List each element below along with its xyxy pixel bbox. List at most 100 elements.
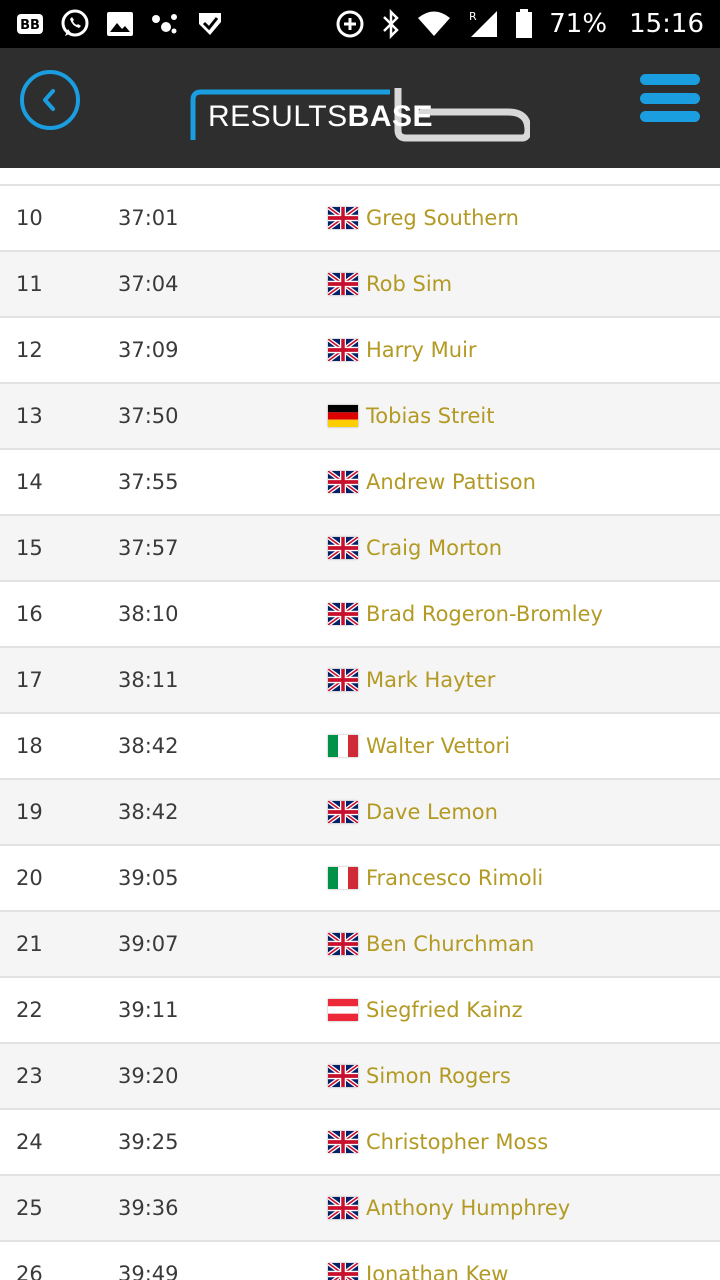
resultsbase-logo[interactable]: RESULTSBASE	[190, 88, 530, 144]
back-button[interactable]	[20, 70, 80, 130]
time-cell: 38:42	[118, 800, 179, 824]
position-cell: 11	[16, 272, 43, 296]
image-icon	[106, 11, 134, 37]
results-table[interactable]: 10 37:01 Greg Southern 11 37:04 Rob Sim 12 37:0…	[0, 168, 720, 1280]
athlete-name-link[interactable]: Rob Sim	[366, 272, 452, 296]
gb-flag-icon	[326, 1063, 360, 1089]
menu-button[interactable]	[640, 74, 700, 122]
table-row[interactable]: 26 39:49 Jonathan Kew	[0, 1242, 720, 1280]
position-cell: 19	[16, 800, 43, 824]
chevron-left-icon	[43, 89, 55, 111]
logo-text: RESULTSBASE	[208, 100, 433, 134]
time-cell: 37:57	[118, 536, 179, 560]
time-cell: 38:10	[118, 602, 179, 626]
position-cell: 17	[16, 668, 43, 692]
position-cell: 23	[16, 1064, 43, 1088]
table-row[interactable]: 21 39:07 Ben Churchman	[0, 912, 720, 978]
svg-text:R: R	[469, 10, 477, 23]
athlete-name-link[interactable]: Anthony Humphrey	[366, 1196, 570, 1220]
time-cell: 37:01	[118, 206, 179, 230]
time-cell: 39:05	[118, 866, 179, 890]
notification-icons: BB	[16, 9, 224, 39]
athlete-name-link[interactable]: Simon Rogers	[366, 1064, 511, 1088]
time-cell: 39:07	[118, 932, 179, 956]
table-row[interactable]: 17 38:11 Mark Hayter	[0, 648, 720, 714]
at-flag-icon	[328, 999, 358, 1021]
position-cell: 12	[16, 338, 43, 362]
table-row[interactable]: 13 37:50 Tobias Streit	[0, 384, 720, 450]
athlete-name-link[interactable]: Tobias Streit	[366, 404, 494, 428]
time-cell: 39:20	[118, 1064, 179, 1088]
athlete-name-link[interactable]: Mark Hayter	[366, 668, 495, 692]
table-row[interactable]: 22 39:11 Siegfried Kainz	[0, 978, 720, 1044]
system-icons: R 71% 15:16	[335, 9, 704, 39]
table-row[interactable]: 14 37:55 Andrew Pattison	[0, 450, 720, 516]
table-row[interactable]: 12 37:09 Harry Muir	[0, 318, 720, 384]
time-cell: 39:11	[118, 998, 179, 1022]
time-cell: 37:04	[118, 272, 179, 296]
position-cell: 13	[16, 404, 43, 428]
logo-text-light: RESULTS	[208, 100, 348, 133]
position-cell: 21	[16, 932, 43, 956]
position-cell: 22	[16, 998, 43, 1022]
bluetooth-icon	[381, 9, 401, 39]
svg-text:BB: BB	[20, 18, 40, 33]
time-cell: 39:36	[118, 1196, 179, 1220]
app-notification-icon: BB	[16, 12, 44, 36]
dots-app-icon	[150, 11, 180, 37]
gb-flag-icon	[326, 667, 360, 693]
time-cell: 39:49	[118, 1262, 179, 1280]
athlete-name-link[interactable]: Brad Rogeron-Bromley	[366, 602, 603, 626]
table-row[interactable]: 15 37:57 Craig Morton	[0, 516, 720, 582]
hamburger-menu-icon-bar	[640, 74, 700, 85]
hamburger-menu-icon-bar	[640, 92, 700, 104]
table-row[interactable]: 25 39:36 Anthony Humphrey	[0, 1176, 720, 1242]
athlete-name-link[interactable]: Francesco Rimoli	[366, 866, 543, 890]
check-app-icon	[196, 10, 224, 38]
time-cell: 37:50	[118, 404, 179, 428]
time-cell: 38:42	[118, 734, 179, 758]
battery-icon	[515, 9, 533, 39]
gb-flag-icon	[326, 469, 360, 495]
gb-flag-icon	[326, 337, 360, 363]
athlete-name-link[interactable]: Siegfried Kainz	[366, 998, 523, 1022]
table-row[interactable]: 18 38:42 Walter Vettori	[0, 714, 720, 780]
table-row[interactable]: 23 39:20 Simon Rogers	[0, 1044, 720, 1110]
gb-flag-icon	[326, 535, 360, 561]
athlete-name-link[interactable]: Walter Vettori	[366, 734, 510, 758]
athlete-name-link[interactable]: Jonathan Kew	[366, 1262, 508, 1280]
table-row[interactable]: 20 39:05 Francesco Rimoli	[0, 846, 720, 912]
athlete-name-link[interactable]: Christopher Moss	[366, 1130, 548, 1154]
position-cell: 26	[16, 1262, 43, 1280]
logo-text-bold: BASE	[347, 100, 434, 133]
athlete-name-link[interactable]: Dave Lemon	[366, 800, 498, 824]
athlete-name-link[interactable]: Harry Muir	[366, 338, 477, 362]
table-row[interactable]: 24 39:25 Christopher Moss	[0, 1110, 720, 1176]
gb-flag-icon	[326, 601, 360, 627]
position-cell: 16	[16, 602, 43, 626]
status-bar: BB R 71% 15:16	[0, 0, 720, 48]
hamburger-menu-icon-bar	[640, 111, 700, 122]
gb-flag-icon	[326, 1195, 360, 1221]
athlete-name-link[interactable]: Greg Southern	[366, 206, 519, 230]
clock: 15:16	[629, 9, 704, 39]
position-cell: 25	[16, 1196, 43, 1220]
time-cell: 38:11	[118, 668, 179, 692]
position-cell: 14	[16, 470, 43, 494]
results-rows: 10 37:01 Greg Southern 11 37:04 Rob Sim 12 37:0…	[0, 186, 720, 1280]
de-flag-icon	[328, 405, 358, 427]
table-row[interactable]: 10 37:01 Greg Southern	[0, 186, 720, 252]
athlete-name-link[interactable]: Craig Morton	[366, 536, 502, 560]
position-cell: 20	[16, 866, 43, 890]
table-row[interactable]: 16 38:10 Brad Rogeron-Bromley	[0, 582, 720, 648]
athlete-name-link[interactable]: Ben Churchman	[366, 932, 534, 956]
time-cell: 37:09	[118, 338, 179, 362]
app-header: RESULTSBASE	[0, 48, 720, 168]
table-row[interactable]: 11 37:04 Rob Sim	[0, 252, 720, 318]
gb-flag-icon	[326, 1129, 360, 1155]
position-cell: 15	[16, 536, 43, 560]
gb-flag-icon	[326, 799, 360, 825]
table-row[interactable]: 19 38:42 Dave Lemon	[0, 780, 720, 846]
position-cell: 24	[16, 1130, 43, 1154]
athlete-name-link[interactable]: Andrew Pattison	[366, 470, 536, 494]
